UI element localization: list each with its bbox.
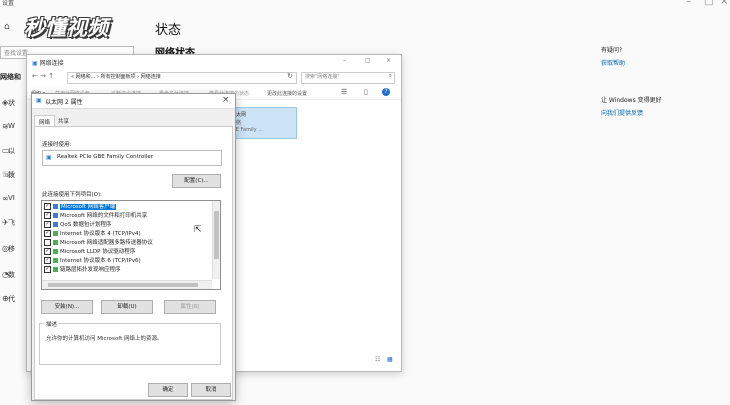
large-icons-view-icon[interactable]: ▦ bbox=[387, 356, 393, 363]
improve-windows-label: 让 Windows 变得更好 bbox=[601, 97, 662, 104]
network-folder-icon: ▣ bbox=[32, 60, 38, 67]
settings-back-label: 设置 bbox=[2, 0, 15, 7]
forward-icon[interactable]: → bbox=[40, 72, 46, 80]
hscrollbar-thumb[interactable] bbox=[48, 283, 198, 287]
search-icon: ⌕ bbox=[388, 72, 392, 79]
vertical-scrollbar[interactable] bbox=[212, 201, 220, 279]
client-icon bbox=[53, 204, 58, 209]
preview-pane-icon[interactable]: ▯ bbox=[364, 88, 368, 96]
protocol-icon bbox=[53, 258, 58, 263]
dialog-title: 以太网 2 属性 bbox=[45, 99, 83, 106]
details-view-icon[interactable]: ☷ bbox=[375, 356, 380, 363]
help-icon[interactable]: ? bbox=[382, 88, 390, 96]
checkbox[interactable]: ✓ bbox=[44, 230, 51, 237]
properties-button[interactable]: 属性(R) bbox=[164, 300, 216, 314]
checkbox[interactable]: ✓ bbox=[44, 248, 51, 255]
minimize-icon[interactable]: – bbox=[686, 0, 691, 7]
up-icon[interactable]: ↑ bbox=[48, 72, 54, 80]
protocol-icon bbox=[53, 249, 58, 254]
list-item[interactable]: ✓ Microsoft 网络的文件和打印机共享 bbox=[44, 212, 147, 220]
explorer-nav: ← → ↑ bbox=[32, 72, 54, 80]
description-group: 描述 允许你的计算机访问 Microsoft 网络上的资源。 bbox=[39, 320, 221, 365]
breadcrumb: « 网络和... › 所有控制面板项 › 网络连接 bbox=[71, 74, 161, 80]
sidebar-header: 网络和 bbox=[0, 73, 21, 81]
ok-button[interactable]: 确定 bbox=[148, 383, 188, 397]
address-bar[interactable]: « 网络和... › 所有控制面板项 › 网络连接 ↻ bbox=[67, 72, 297, 84]
watermark-text: 秒懂视频 bbox=[24, 16, 108, 40]
list-item[interactable]: ✓ QoS 数据包计划程序 bbox=[44, 221, 111, 229]
feedback-link[interactable]: 向我们提供反馈 bbox=[601, 108, 643, 117]
help-question: 有疑问? bbox=[601, 47, 623, 54]
view-options-icon[interactable]: ☰ bbox=[341, 88, 347, 96]
checkbox[interactable]: ✓ bbox=[44, 221, 51, 228]
toolbar-change-settings[interactable]: 更改此连接的设置 bbox=[267, 90, 307, 97]
list-item[interactable]: ✓ Internet 协议版本 4 (TCP/IPv4) bbox=[44, 230, 141, 238]
list-item[interactable]: ✓ Microsoft LLDP 协议驱动程序 bbox=[44, 248, 135, 256]
explorer-close-icon[interactable]: × bbox=[386, 57, 391, 64]
explorer-title: ▣ 网络连接 bbox=[32, 60, 64, 67]
uninstall-button[interactable]: 卸载(U) bbox=[101, 300, 153, 314]
dialog-titlebar: ▣ 以太网 2 属性 × bbox=[32, 94, 235, 109]
qos-icon bbox=[53, 222, 58, 227]
description-text: 允许你的计算机访问 Microsoft 网络上的资源。 bbox=[46, 336, 163, 342]
checkbox[interactable]: ✓ bbox=[44, 212, 51, 219]
close-icon[interactable]: × bbox=[720, 0, 728, 7]
horizontal-scrollbar[interactable] bbox=[42, 280, 212, 289]
connect-using-label: 连接时使用: bbox=[42, 142, 72, 148]
home-icon: ⌂ bbox=[4, 22, 10, 32]
configure-button[interactable]: 配置(C)... bbox=[172, 174, 221, 188]
list-item[interactable]: ✓ Internet 协议版本 6 (TCP/IPv6) bbox=[44, 257, 141, 265]
protocol-icon bbox=[53, 240, 58, 245]
get-help-link[interactable]: 获取帮助 bbox=[601, 58, 625, 67]
list-item[interactable]: ✓ Microsoft 网络客户端 bbox=[44, 203, 117, 211]
checkbox[interactable]: ✓ bbox=[44, 257, 51, 264]
description-label: 描述 bbox=[44, 320, 60, 328]
explorer-maximize-icon[interactable]: □ bbox=[365, 57, 371, 64]
components-list[interactable]: ✓ Microsoft 网络客户端 ✓ Microsoft 网络的文件和打印机共享 … bbox=[41, 200, 221, 290]
checkbox[interactable]: ✓ bbox=[44, 266, 51, 273]
protocol-icon bbox=[53, 231, 58, 236]
settings-titlebar: 设置 – □ × bbox=[0, 0, 730, 14]
explorer-search-input[interactable]: 搜索"网络连接" ⌕ bbox=[301, 72, 395, 84]
install-button[interactable]: 安装(N)... bbox=[41, 300, 93, 314]
page-title: 状态 bbox=[155, 23, 182, 38]
mouse-cursor-icon: ⇱ bbox=[194, 225, 202, 235]
cancel-button[interactable]: 取消 bbox=[191, 383, 231, 397]
explorer-minimize-icon[interactable]: – bbox=[343, 57, 346, 64]
back-icon[interactable]: ← bbox=[32, 72, 38, 80]
dialog-close-icon[interactable]: × bbox=[222, 95, 230, 105]
checkbox[interactable] bbox=[44, 239, 51, 246]
scrollbar-thumb[interactable] bbox=[214, 211, 219, 259]
adapter-field: ▣ Realtek PCIe GBE Family Controller bbox=[42, 150, 222, 166]
tab-sharing[interactable]: 共享 bbox=[58, 117, 69, 125]
list-item[interactable]: ✓ 链路层拓扑发现响应程序 bbox=[44, 266, 121, 274]
maximize-icon[interactable]: □ bbox=[704, 0, 713, 7]
share-icon bbox=[53, 213, 58, 218]
protocol-icon bbox=[53, 267, 58, 272]
list-item[interactable]: Microsoft 网络适配器多路传送器协议 bbox=[44, 239, 153, 247]
refresh-icon[interactable]: ↻ bbox=[287, 72, 293, 80]
network-adapter-icon: ▣ bbox=[36, 97, 42, 104]
ethernet-adapter-tile[interactable]: 以太网 网络 ...E Family ... bbox=[227, 107, 297, 139]
checkbox[interactable]: ✓ bbox=[44, 203, 51, 210]
items-label: 此连接使用下列项目(O): bbox=[42, 192, 102, 198]
adapter-icon: ▣ bbox=[46, 154, 52, 161]
